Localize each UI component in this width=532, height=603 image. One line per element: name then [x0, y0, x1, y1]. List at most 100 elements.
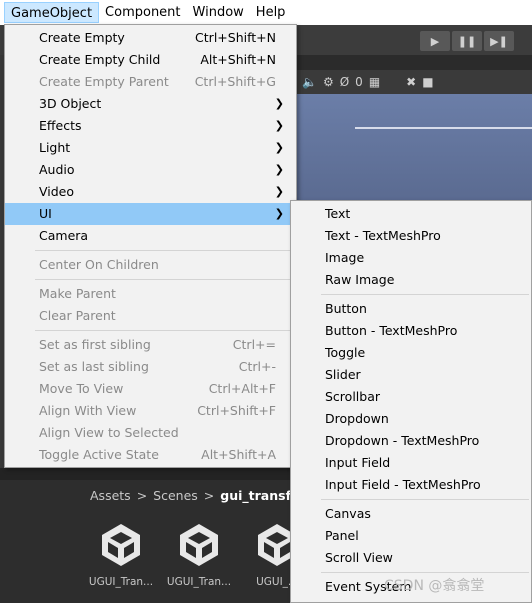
asset-label: UGUI_Tran... [166, 576, 232, 588]
menu-item-label: Clear Parent [39, 308, 116, 323]
menu-item-toggle-active-state[interactable]: Toggle Active State Alt+Shift+A [5, 444, 296, 466]
menu-item-light[interactable]: Light ❯ [5, 137, 296, 159]
step-icon[interactable]: ▶❚ [484, 31, 514, 51]
menu-item-3d-object[interactable]: 3D Object ❯ [5, 93, 296, 115]
play-controls: ▶ ❚❚ ▶❚ [420, 31, 514, 51]
menu-item-make-parent[interactable]: Make Parent [5, 283, 296, 305]
menu-item-label: Audio [39, 162, 75, 177]
watermark: CSDN @翕翕堂 [384, 578, 485, 594]
submenu-item-image[interactable]: Image [291, 247, 531, 269]
menu-item-audio[interactable]: Audio ❯ [5, 159, 296, 181]
menu-item-align-view-to-selected[interactable]: Align View to Selected [5, 422, 296, 444]
breadcrumb-scenes[interactable]: Scenes [153, 488, 198, 503]
menu-item-create-empty[interactable]: Create Empty Ctrl+Shift+N [5, 27, 296, 49]
submenu-item-raw-image[interactable]: Raw Image [291, 269, 531, 291]
chevron-right-icon: ❯ [274, 207, 284, 220]
menu-item-shortcut: Ctrl+Shift+N [195, 30, 276, 45]
camera-icon[interactable]: ■ [422, 75, 433, 89]
menu-item-label: UI [39, 206, 52, 221]
hidden-objects-icon[interactable]: Ø [340, 75, 349, 89]
menu-item-label: Effects [39, 118, 82, 133]
asset-label: UGUI_Tran... [88, 576, 154, 588]
menu-component[interactable]: Component [99, 2, 186, 23]
chevron-right-icon: ❯ [274, 97, 284, 110]
chevron-right-icon: ❯ [274, 119, 284, 132]
unity-scene-icon [102, 524, 140, 566]
breadcrumb: Assets > Scenes > gui_transform [90, 488, 319, 503]
menu-item-label: Make Parent [39, 286, 116, 301]
menu-item-create-empty-child[interactable]: Create Empty Child Alt+Shift+N [5, 49, 296, 71]
menu-item-video[interactable]: Video ❯ [5, 181, 296, 203]
grid-icon[interactable]: ▦ [369, 75, 380, 89]
submenu-item-canvas[interactable]: Canvas [291, 503, 531, 525]
menu-item-effects[interactable]: Effects ❯ [5, 115, 296, 137]
menu-gameobject[interactable]: GameObject [4, 2, 100, 23]
scene-view[interactable] [290, 94, 532, 204]
submenu-item-text[interactable]: Text [291, 203, 531, 225]
menu-item-shortcut: Ctrl+Shift+G [194, 74, 276, 89]
pause-icon[interactable]: ❚❚ [452, 31, 482, 51]
menu-item-set-last-sibling[interactable]: Set as last sibling Ctrl+- [5, 356, 296, 378]
asset-item[interactable]: UGUI_Tran... [166, 520, 232, 588]
menu-item-shortcut: Ctrl+Alt+F [208, 381, 276, 396]
menu-item-shortcut: Ctrl+Shift+F [197, 403, 276, 418]
menu-help[interactable]: Help [250, 2, 292, 23]
menu-item-label: Align View to Selected [39, 425, 179, 440]
menu-item-label: Video [39, 184, 75, 199]
menu-item-ui[interactable]: UI ❯ [5, 203, 296, 225]
gizmo-count: 0 [355, 75, 363, 89]
menu-window[interactable]: Window [187, 2, 250, 23]
menu-item-label: Create Empty Child [39, 52, 161, 67]
menu-item-set-first-sibling[interactable]: Set as first sibling Ctrl+= [5, 334, 296, 356]
menu-separator [35, 279, 294, 280]
menu-item-label: Create Empty Parent [39, 74, 169, 89]
submenu-item-input-field-textmeshpro[interactable]: Input Field - TextMeshPro [291, 474, 531, 496]
unity-scene-icon [180, 524, 218, 566]
submenu-item-toggle[interactable]: Toggle [291, 342, 531, 364]
tools-icon[interactable]: ✖ [406, 75, 416, 89]
menu-item-shortcut: Alt+Shift+A [201, 447, 276, 462]
ui-submenu: Text Text - TextMeshPro Image Raw Image … [290, 200, 532, 603]
submenu-item-text-textmeshpro[interactable]: Text - TextMeshPro [291, 225, 531, 247]
menu-separator [35, 330, 294, 331]
menu-item-label: Create Empty [39, 30, 125, 45]
submenu-item-dropdown[interactable]: Dropdown [291, 408, 531, 430]
submenu-item-scrollbar[interactable]: Scrollbar [291, 386, 531, 408]
menu-item-label: Toggle Active State [39, 447, 159, 462]
chevron-right-icon: > [136, 488, 148, 503]
submenu-item-slider[interactable]: Slider [291, 364, 531, 386]
submenu-item-button-textmeshpro[interactable]: Button - TextMeshPro [291, 320, 531, 342]
menu-item-label: 3D Object [39, 96, 102, 111]
menu-item-create-empty-parent[interactable]: Create Empty Parent Ctrl+Shift+G [5, 71, 296, 93]
scene-horizon-line [355, 127, 532, 129]
scene-view-toolbar: 🔈 ⚙ Ø 0 ▦ ✖ ■ [290, 70, 532, 94]
menu-item-move-to-view[interactable]: Move To View Ctrl+Alt+F [5, 378, 296, 400]
menu-separator [321, 499, 529, 500]
menu-item-label: Center On Children [39, 257, 159, 272]
play-icon[interactable]: ▶ [420, 31, 450, 51]
effects-icon[interactable]: ⚙ [323, 75, 334, 89]
breadcrumb-assets[interactable]: Assets [90, 488, 131, 503]
audio-icon[interactable]: 🔈 [302, 75, 317, 89]
submenu-item-button[interactable]: Button [291, 298, 531, 320]
submenu-item-panel[interactable]: Panel [291, 525, 531, 547]
menu-item-align-with-view[interactable]: Align With View Ctrl+Shift+F [5, 400, 296, 422]
submenu-item-dropdown-textmeshpro[interactable]: Dropdown - TextMeshPro [291, 430, 531, 452]
submenu-item-input-field[interactable]: Input Field [291, 452, 531, 474]
menu-item-label: Move To View [39, 381, 124, 396]
chevron-right-icon: ❯ [274, 185, 284, 198]
menu-item-camera[interactable]: Camera [5, 225, 296, 247]
menu-separator [321, 572, 529, 573]
menu-separator [321, 294, 529, 295]
menu-item-clear-parent[interactable]: Clear Parent [5, 305, 296, 327]
menu-item-label: Camera [39, 228, 89, 243]
submenu-item-scroll-view[interactable]: Scroll View [291, 547, 531, 569]
asset-item[interactable]: UGUI_Tran... [88, 520, 154, 588]
chevron-right-icon: > [203, 488, 215, 503]
menu-separator [35, 250, 294, 251]
menu-item-shortcut: Alt+Shift+N [200, 52, 276, 67]
menu-item-center-on-children[interactable]: Center On Children [5, 254, 296, 276]
chevron-right-icon: ❯ [274, 141, 284, 154]
asset-grid: UGUI_Tran... UGUI_Tran... UGUI_... [88, 520, 308, 588]
menu-item-label: Align With View [39, 403, 137, 418]
